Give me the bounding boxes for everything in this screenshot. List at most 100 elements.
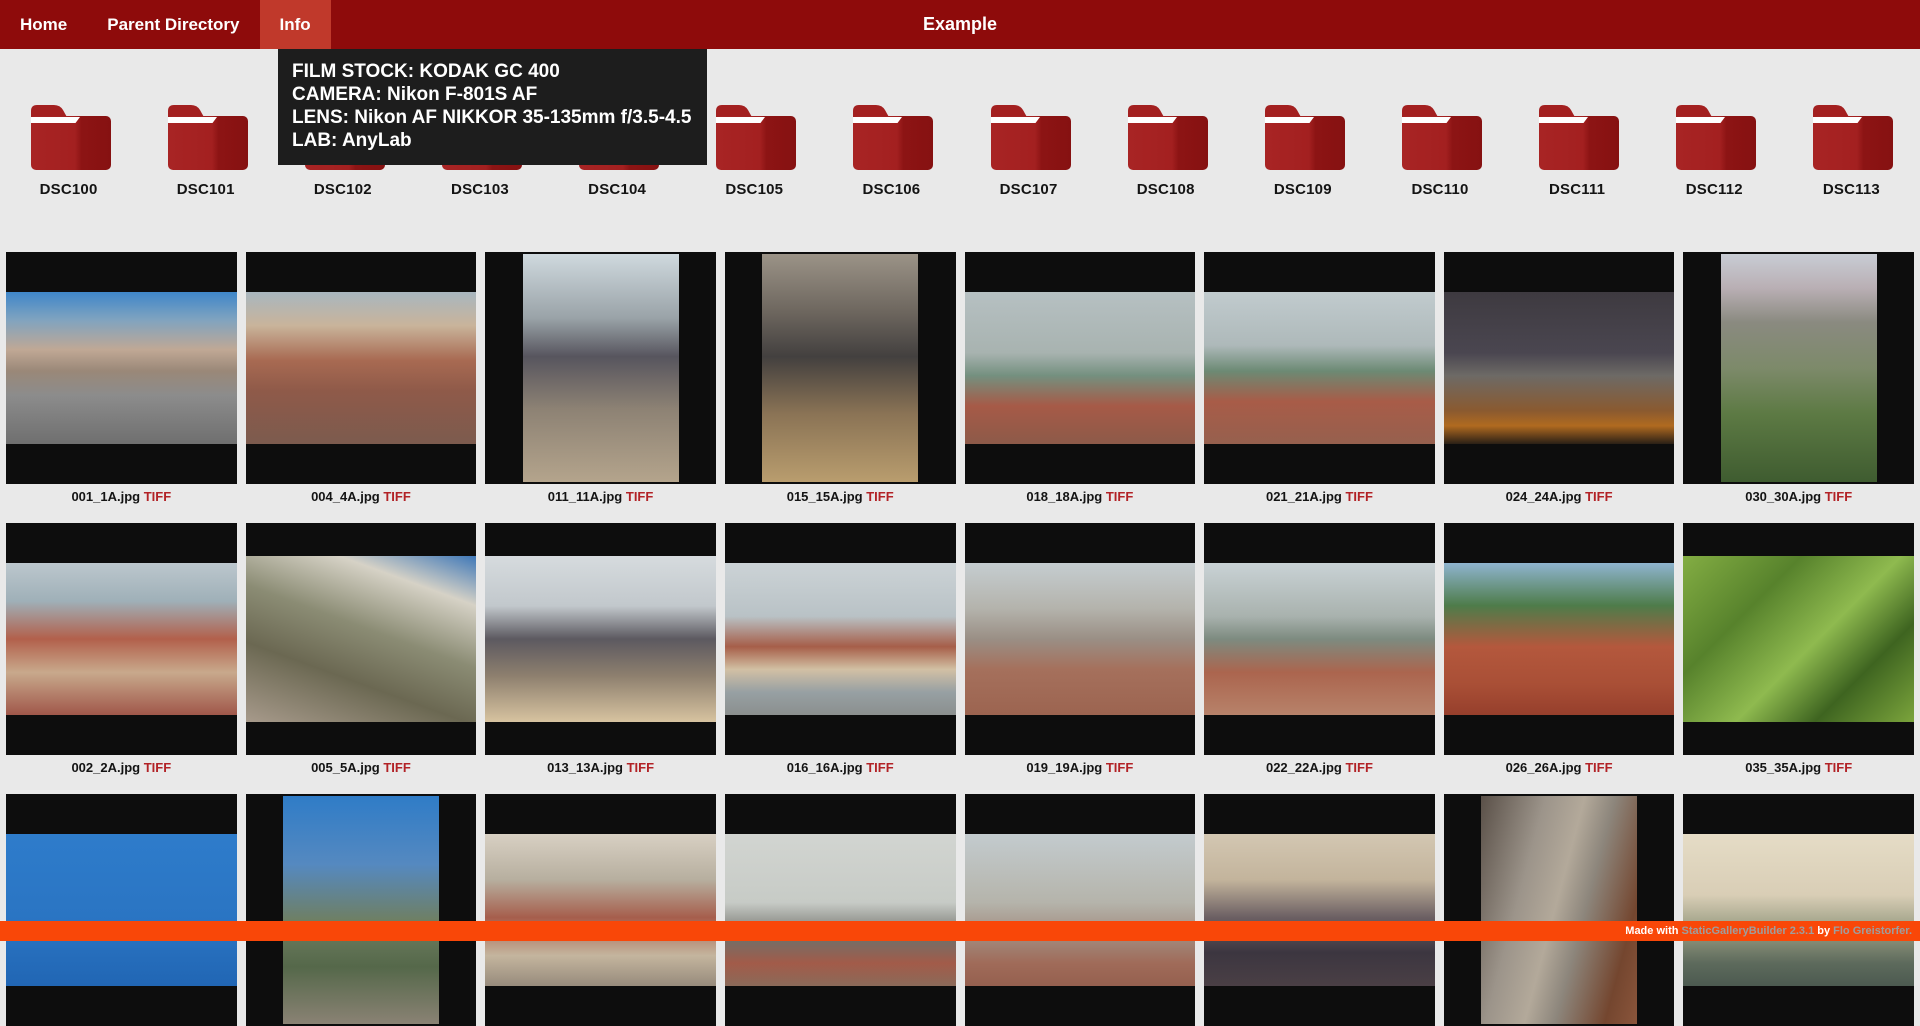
tiff-link[interactable]: TIFF bbox=[1106, 760, 1133, 775]
folder-icon bbox=[1255, 97, 1351, 175]
nav-info[interactable]: Info bbox=[260, 0, 331, 49]
photo-thumbnail[interactable] bbox=[725, 794, 956, 1026]
photo-thumbnail[interactable] bbox=[1683, 523, 1914, 755]
photo-image bbox=[246, 556, 477, 722]
photo-thumbnail[interactable] bbox=[1444, 794, 1675, 1026]
photo-image bbox=[485, 556, 716, 722]
photo-filename: 005_5A.jpg bbox=[311, 760, 380, 775]
photo-filename: 015_15A.jpg bbox=[787, 489, 863, 504]
tiff-link[interactable]: TIFF bbox=[1585, 489, 1612, 504]
photo-thumbnail[interactable] bbox=[1444, 523, 1675, 755]
folder-label: DSC105 bbox=[725, 181, 783, 198]
tiff-link[interactable]: TIFF bbox=[1585, 760, 1612, 775]
folder-dsc109[interactable]: DSC109 bbox=[1234, 97, 1371, 198]
folder-dsc107[interactable]: DSC107 bbox=[960, 97, 1097, 198]
photo-caption: 011_11A.jpg TIFF bbox=[485, 489, 716, 509]
folder-dsc106[interactable]: DSC106 bbox=[823, 97, 960, 198]
photo-thumbnail[interactable] bbox=[1683, 252, 1914, 484]
photo-thumbnail[interactable] bbox=[246, 252, 477, 484]
builder-link[interactable]: StaticGalleryBuilder 2.3.1 bbox=[1682, 925, 1815, 937]
nav-parent-directory[interactable]: Parent Directory bbox=[87, 0, 259, 49]
tiff-link[interactable]: TIFF bbox=[383, 760, 410, 775]
folder-dsc113[interactable]: DSC113 bbox=[1783, 97, 1920, 198]
nav-home[interactable]: Home bbox=[0, 0, 87, 49]
photo-caption: 005_5A.jpg TIFF bbox=[246, 760, 477, 780]
folder-label: DSC109 bbox=[1274, 181, 1332, 198]
photo-image bbox=[1444, 563, 1675, 715]
tiff-link[interactable]: TIFF bbox=[627, 760, 654, 775]
folder-dsc110[interactable]: DSC110 bbox=[1371, 97, 1508, 198]
photo-thumbnail[interactable] bbox=[485, 794, 716, 1026]
photo-thumbnail[interactable] bbox=[485, 523, 716, 755]
tiff-link[interactable]: TIFF bbox=[1825, 489, 1852, 504]
folder-dsc101[interactable]: DSC101 bbox=[137, 97, 274, 198]
photo-thumbnail[interactable] bbox=[965, 523, 1196, 755]
photo-grid: 001_1A.jpg TIFF004_4A.jpg TIFF011_11A.jp… bbox=[0, 252, 1920, 1026]
photo-cell: 022_22A.jpg TIFF bbox=[1204, 523, 1435, 780]
photo-cell bbox=[1204, 794, 1435, 1026]
folder-label: DSC100 bbox=[40, 181, 98, 198]
grid-row bbox=[6, 794, 1914, 1026]
photo-thumbnail[interactable] bbox=[485, 252, 716, 484]
folder-dsc111[interactable]: DSC111 bbox=[1509, 97, 1646, 198]
author-link[interactable]: Flo Greistorfer. bbox=[1833, 925, 1912, 937]
photo-thumbnail[interactable] bbox=[1204, 794, 1435, 1026]
photo-thumbnail[interactable] bbox=[725, 252, 956, 484]
photo-image bbox=[1683, 556, 1914, 722]
photo-caption: 030_30A.jpg TIFF bbox=[1683, 489, 1914, 509]
nav-left: HomeParent DirectoryInfo bbox=[0, 0, 331, 49]
tiff-link[interactable]: TIFF bbox=[866, 760, 893, 775]
folder-label: DSC113 bbox=[1823, 181, 1880, 198]
photo-cell: 024_24A.jpg TIFF bbox=[1444, 252, 1675, 509]
photo-cell: 015_15A.jpg TIFF bbox=[725, 252, 956, 509]
photo-image bbox=[1481, 796, 1637, 1024]
photo-thumbnail[interactable] bbox=[246, 523, 477, 755]
photo-thumbnail[interactable] bbox=[6, 794, 237, 1026]
photo-image bbox=[1683, 834, 1914, 986]
folder-icon bbox=[1803, 97, 1899, 175]
photo-caption: 015_15A.jpg TIFF bbox=[725, 489, 956, 509]
photo-filename: 002_2A.jpg bbox=[71, 760, 140, 775]
photo-filename: 016_16A.jpg bbox=[787, 760, 863, 775]
photo-image bbox=[1204, 292, 1435, 444]
photo-filename: 030_30A.jpg bbox=[1745, 489, 1821, 504]
photo-cell: 016_16A.jpg TIFF bbox=[725, 523, 956, 780]
photo-thumbnail[interactable] bbox=[965, 252, 1196, 484]
folder-dsc108[interactable]: DSC108 bbox=[1097, 97, 1234, 198]
photo-image bbox=[965, 834, 1196, 986]
photo-thumbnail[interactable] bbox=[6, 252, 237, 484]
photo-filename: 026_26A.jpg bbox=[1506, 760, 1582, 775]
folder-icon bbox=[1118, 97, 1214, 175]
tiff-link[interactable]: TIFF bbox=[144, 489, 171, 504]
photo-cell bbox=[725, 794, 956, 1026]
photo-thumbnail[interactable] bbox=[1444, 252, 1675, 484]
photo-filename: 004_4A.jpg bbox=[311, 489, 380, 504]
photo-cell: 030_30A.jpg TIFF bbox=[1683, 252, 1914, 509]
photo-thumbnail[interactable] bbox=[965, 794, 1196, 1026]
tiff-link[interactable]: TIFF bbox=[1345, 489, 1372, 504]
photo-thumbnail[interactable] bbox=[1204, 252, 1435, 484]
folder-dsc112[interactable]: DSC112 bbox=[1646, 97, 1783, 198]
photo-thumbnail[interactable] bbox=[246, 794, 477, 1026]
photo-cell: 005_5A.jpg TIFF bbox=[246, 523, 477, 780]
tiff-link[interactable]: TIFF bbox=[383, 489, 410, 504]
tiff-link[interactable]: TIFF bbox=[1825, 760, 1852, 775]
folder-icon bbox=[706, 97, 802, 175]
photo-caption: 002_2A.jpg TIFF bbox=[6, 760, 237, 780]
folder-icon bbox=[1392, 97, 1488, 175]
photo-cell: 035_35A.jpg TIFF bbox=[1683, 523, 1914, 780]
photo-cell: 021_21A.jpg TIFF bbox=[1204, 252, 1435, 509]
tiff-link[interactable]: TIFF bbox=[1106, 489, 1133, 504]
folder-dsc100[interactable]: DSC100 bbox=[0, 97, 137, 198]
photo-thumbnail[interactable] bbox=[725, 523, 956, 755]
photo-thumbnail[interactable] bbox=[6, 523, 237, 755]
tiff-link[interactable]: TIFF bbox=[1345, 760, 1372, 775]
navbar: HomeParent DirectoryInfo Example bbox=[0, 0, 1920, 49]
photo-thumbnail[interactable] bbox=[1683, 794, 1914, 1026]
photo-thumbnail[interactable] bbox=[1204, 523, 1435, 755]
tiff-link[interactable]: TIFF bbox=[866, 489, 893, 504]
tiff-link[interactable]: TIFF bbox=[626, 489, 653, 504]
tiff-link[interactable]: TIFF bbox=[144, 760, 171, 775]
photo-cell: 004_4A.jpg TIFF bbox=[246, 252, 477, 509]
photo-filename: 013_13A.jpg bbox=[547, 760, 623, 775]
